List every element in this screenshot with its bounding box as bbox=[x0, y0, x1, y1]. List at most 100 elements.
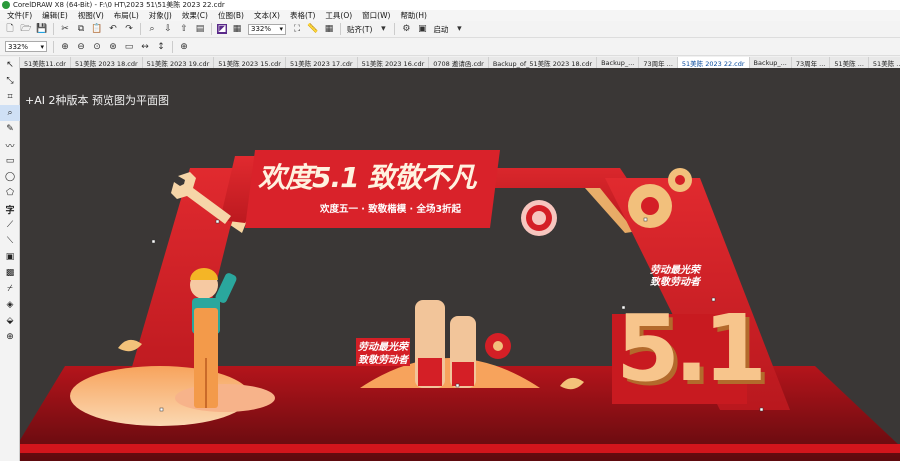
menu-effects[interactable]: 效果(C) bbox=[177, 10, 213, 21]
chevron-down-icon[interactable]: ▾ bbox=[453, 23, 465, 35]
document-tab[interactable]: 51美陈 2023 15.cdr bbox=[214, 57, 286, 68]
full-screen-icon[interactable]: ⛶ bbox=[291, 23, 303, 35]
application-launcher-icon[interactable]: ▦ bbox=[231, 23, 243, 35]
chevron-down-icon[interactable]: ▾ bbox=[377, 23, 389, 35]
eyedropper-icon[interactable]: ⌿ bbox=[0, 281, 20, 297]
menu-text[interactable]: 文本(X) bbox=[249, 10, 285, 21]
gear-icon bbox=[668, 168, 692, 192]
document-tab[interactable]: 51美陈 2023 16.cdr bbox=[358, 57, 430, 68]
coreldraw-logo-icon bbox=[2, 1, 10, 9]
canvas-note: +AI 2种版本 预览图为平面图 bbox=[25, 94, 169, 107]
connector-tool-icon[interactable]: ⟍ bbox=[0, 233, 20, 249]
copy-icon[interactable]: ⧉ bbox=[75, 23, 87, 35]
fist-sleeve bbox=[418, 358, 442, 386]
selection-handle bbox=[759, 407, 764, 412]
pick-tool-icon[interactable]: ↖ bbox=[0, 57, 20, 73]
zoom-level-combo[interactable]: 332% ▾ bbox=[248, 23, 286, 35]
document-tab[interactable]: 73周年 ... bbox=[639, 57, 678, 68]
show-rulers-icon[interactable]: 📏 bbox=[307, 23, 319, 35]
smart-fill-icon[interactable]: ⬙ bbox=[0, 313, 20, 329]
options-gear-icon[interactable]: ⚙ bbox=[400, 23, 412, 35]
artistic-media-icon[interactable]: 〰 bbox=[0, 137, 20, 153]
interactive-fill-icon[interactable]: ◈ bbox=[0, 297, 20, 313]
document-tab[interactable]: 51美陈11.cdr bbox=[20, 57, 71, 68]
launch-menu[interactable]: 启动 bbox=[433, 24, 448, 35]
gear-icon bbox=[628, 184, 672, 228]
crop-tool-icon[interactable]: ⌗ bbox=[0, 89, 20, 105]
stage-floor-edge bbox=[20, 444, 900, 453]
menu-window[interactable]: 窗口(W) bbox=[357, 10, 395, 21]
zoom-height-icon[interactable]: ↕ bbox=[155, 41, 167, 53]
selection-handle bbox=[151, 239, 156, 244]
selection-handle bbox=[455, 383, 460, 388]
open-folder-icon[interactable]: 🗁 bbox=[20, 23, 32, 35]
shape-tool-icon[interactable]: ⤡ bbox=[0, 73, 20, 89]
headline-text: 欢度5.1 致敬不凡 bbox=[258, 161, 476, 194]
zoom-page-icon[interactable]: ▭ bbox=[123, 41, 135, 53]
cut-icon[interactable]: ✂ bbox=[59, 23, 71, 35]
gear-icon bbox=[485, 333, 511, 359]
show-grid-icon[interactable]: ▦ bbox=[323, 23, 335, 35]
import-icon[interactable]: ⇩ bbox=[162, 23, 174, 35]
menu-view[interactable]: 视图(V) bbox=[73, 10, 109, 21]
document-tab[interactable]: 51美陈 2023 17.cdr bbox=[286, 57, 358, 68]
sunburst-medallion bbox=[521, 200, 557, 236]
snap-to-menu[interactable]: 贴齐(T) bbox=[347, 24, 372, 35]
redo-icon[interactable]: ↷ bbox=[123, 23, 135, 35]
document-tab[interactable]: Backup_... bbox=[750, 57, 792, 68]
drawing-canvas[interactable]: +AI 2种版本 预览图为平面图 欢度5.1 致敬不凡 欢度五一 · 致敬楷模 … bbox=[20, 68, 900, 461]
zoom-in-icon[interactable]: ⊕ bbox=[59, 41, 71, 53]
fist-sleeve bbox=[452, 362, 474, 386]
menu-help[interactable]: 帮助(H) bbox=[395, 10, 432, 21]
undo-icon[interactable]: ↶ bbox=[107, 23, 119, 35]
zoom-all-objects-icon[interactable]: ⊛ bbox=[107, 41, 119, 53]
document-tab[interactable]: 51美陈 2023 19.cdr bbox=[143, 57, 215, 68]
document-tab-active[interactable]: 51美陈 2023 22.cdr bbox=[677, 57, 750, 68]
new-document-icon[interactable]: 🗋 bbox=[4, 23, 16, 35]
launch-app-icon[interactable]: ▣ bbox=[416, 23, 428, 35]
transparency-tool-icon[interactable]: ▩ bbox=[0, 265, 20, 281]
document-tab[interactable]: 51美陈 ... bbox=[830, 57, 869, 68]
drop-shadow-icon[interactable]: ▣ bbox=[0, 249, 20, 265]
menu-layout[interactable]: 布局(L) bbox=[109, 10, 144, 21]
add-tool-icon[interactable]: ⊕ bbox=[0, 329, 20, 345]
menu-bar: 文件(F) 编辑(E) 视图(V) 布局(L) 对象(J) 效果(C) 位图(B… bbox=[0, 10, 900, 21]
zoom-levels-combo[interactable]: 332% ▾ bbox=[5, 41, 47, 52]
design-artwork bbox=[20, 150, 900, 461]
document-tab[interactable]: Backup_... bbox=[597, 57, 640, 68]
toolbar-divider bbox=[140, 23, 141, 35]
document-tab[interactable]: Backup_of_51美陈 2023 18.cdr bbox=[489, 57, 598, 68]
add-icon[interactable]: ⊕ bbox=[178, 41, 190, 53]
title-bar: CorelDRAW X8 (64-Bit) - F:\0 HT\2023 51\… bbox=[0, 0, 900, 10]
corel-connect-icon[interactable]: ◪ bbox=[217, 24, 227, 34]
export-icon[interactable]: ⇧ bbox=[178, 23, 190, 35]
polygon-tool-icon[interactable]: ⬠ bbox=[0, 185, 20, 201]
chevron-down-icon: ▾ bbox=[40, 42, 44, 51]
window-title: CorelDRAW X8 (64-Bit) - F:\0 HT\2023 51\… bbox=[13, 1, 225, 9]
search-content-icon[interactable]: ⌕ bbox=[146, 23, 158, 35]
parallel-dimension-icon[interactable]: ⟋ bbox=[0, 217, 20, 233]
document-tab[interactable]: 0708 邀请函.cdr bbox=[429, 57, 489, 68]
publish-pdf-icon[interactable]: ▤ bbox=[194, 23, 206, 35]
document-tab[interactable]: 73周年 ... bbox=[792, 57, 831, 68]
menu-table[interactable]: 表格(T) bbox=[285, 10, 320, 21]
paste-icon[interactable]: 📋 bbox=[91, 23, 103, 35]
zoom-width-icon[interactable]: ↔ bbox=[139, 41, 151, 53]
save-icon[interactable]: 💾 bbox=[36, 23, 48, 35]
document-tab[interactable]: 51美陈 2023 18.cdr bbox=[71, 57, 143, 68]
menu-file[interactable]: 文件(F) bbox=[2, 10, 37, 21]
menu-bitmaps[interactable]: 位图(B) bbox=[213, 10, 249, 21]
menu-object[interactable]: 对象(J) bbox=[144, 10, 177, 21]
ellipse-tool-icon[interactable]: ◯ bbox=[0, 169, 20, 185]
zoom-tool-icon[interactable]: ⌕ bbox=[0, 105, 20, 121]
zoom-out-icon[interactable]: ⊖ bbox=[75, 41, 87, 53]
toolbar-divider bbox=[172, 40, 173, 53]
zoom-selected-icon[interactable]: ⊙ bbox=[91, 41, 103, 53]
text-tool-icon[interactable]: 字 bbox=[0, 201, 20, 217]
rectangle-tool-icon[interactable]: ▭ bbox=[0, 153, 20, 169]
property-bar: 332% ▾ ⊕ ⊖ ⊙ ⊛ ▭ ↔ ↕ ⊕ bbox=[0, 38, 900, 56]
freehand-tool-icon[interactable]: ✎ bbox=[0, 121, 20, 137]
document-tab[interactable]: 51美陈 ... bbox=[869, 57, 900, 68]
menu-edit[interactable]: 编辑(E) bbox=[37, 10, 73, 21]
menu-tools[interactable]: 工具(O) bbox=[320, 10, 357, 21]
